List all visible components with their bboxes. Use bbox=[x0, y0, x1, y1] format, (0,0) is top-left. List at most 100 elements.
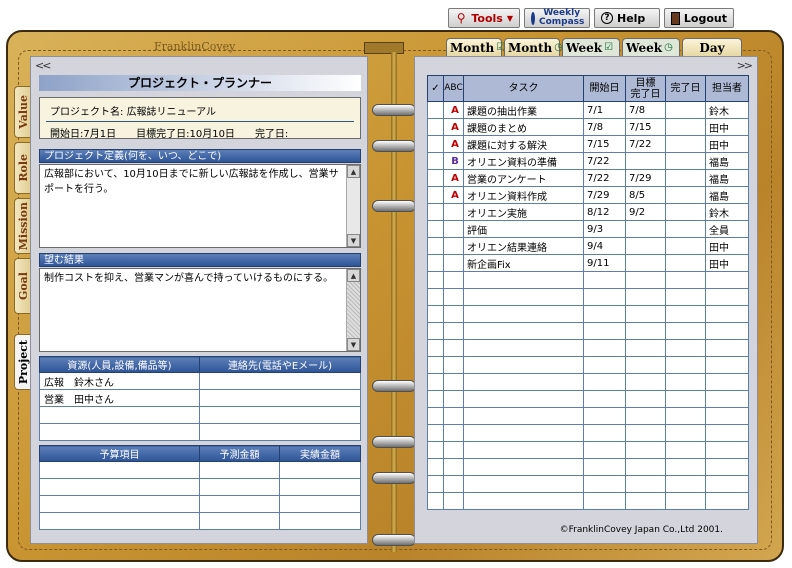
done-cell[interactable] bbox=[665, 186, 706, 204]
target-cell[interactable] bbox=[625, 441, 666, 459]
priority-cell[interactable] bbox=[443, 390, 464, 408]
done-cell[interactable] bbox=[665, 458, 706, 476]
owner-cell[interactable] bbox=[705, 475, 749, 493]
priority-cell[interactable] bbox=[443, 254, 464, 272]
previous-page-icon[interactable]: << bbox=[35, 59, 52, 72]
done-cell[interactable] bbox=[665, 254, 706, 272]
resource-cell[interactable] bbox=[39, 423, 200, 441]
done-cell[interactable] bbox=[665, 271, 706, 289]
result-scrollbar[interactable]: ▲ ▼ bbox=[346, 269, 360, 351]
done-cell[interactable] bbox=[665, 339, 706, 357]
target-cell[interactable] bbox=[625, 407, 666, 425]
start-date-value[interactable]: 7月1日 bbox=[83, 129, 116, 140]
done-cell[interactable] bbox=[665, 135, 706, 153]
start-cell[interactable]: 7/8 bbox=[583, 118, 626, 136]
done-cell[interactable] bbox=[665, 220, 706, 238]
done-cell[interactable] bbox=[665, 373, 706, 391]
check-cell[interactable] bbox=[427, 101, 444, 119]
check-cell[interactable] bbox=[427, 254, 444, 272]
task-cell[interactable]: 課題に対する解決 bbox=[463, 135, 584, 153]
contact-cell[interactable] bbox=[199, 389, 361, 407]
task-cell[interactable] bbox=[463, 458, 584, 476]
start-cell[interactable]: 8/12 bbox=[583, 203, 626, 221]
priority-cell[interactable]: A bbox=[443, 169, 464, 187]
check-cell[interactable] bbox=[427, 135, 444, 153]
done-cell[interactable] bbox=[665, 101, 706, 119]
start-cell[interactable]: 7/22 bbox=[583, 152, 626, 170]
task-cell[interactable] bbox=[463, 441, 584, 459]
priority-cell[interactable] bbox=[443, 407, 464, 425]
done-cell[interactable] bbox=[665, 322, 706, 340]
target-cell[interactable] bbox=[625, 475, 666, 493]
check-cell[interactable] bbox=[427, 373, 444, 391]
done-cell[interactable] bbox=[665, 424, 706, 442]
task-cell[interactable] bbox=[463, 475, 584, 493]
check-cell[interactable] bbox=[427, 169, 444, 187]
contact-cell[interactable] bbox=[199, 406, 361, 424]
owner-cell[interactable] bbox=[705, 390, 749, 408]
done-cell[interactable] bbox=[665, 441, 706, 459]
start-cell[interactable]: 7/29 bbox=[583, 186, 626, 204]
priority-cell[interactable] bbox=[443, 424, 464, 442]
task-cell[interactable]: オリエン資料の準備 bbox=[463, 152, 584, 170]
owner-cell[interactable]: 田中 bbox=[705, 135, 749, 153]
tab-month-tasks[interactable]: Month ☑ bbox=[446, 38, 505, 56]
start-cell[interactable] bbox=[583, 288, 626, 306]
target-cell[interactable]: 7/15 bbox=[625, 118, 666, 136]
priority-cell[interactable] bbox=[443, 288, 464, 306]
priority-cell[interactable]: B bbox=[443, 152, 464, 170]
start-cell[interactable] bbox=[583, 441, 626, 459]
done-cell[interactable] bbox=[665, 305, 706, 323]
check-cell[interactable] bbox=[427, 152, 444, 170]
start-cell[interactable]: 9/4 bbox=[583, 237, 626, 255]
priority-cell[interactable]: A bbox=[443, 118, 464, 136]
check-cell[interactable] bbox=[427, 441, 444, 459]
priority-cell[interactable] bbox=[443, 203, 464, 221]
contact-cell[interactable] bbox=[199, 372, 361, 390]
task-cell[interactable] bbox=[463, 407, 584, 425]
result-textarea[interactable]: 制作コストを抑え、営業マンが喜んで持っていけるものにする。 ▲ ▼ bbox=[39, 268, 361, 352]
check-cell[interactable] bbox=[427, 475, 444, 493]
check-cell[interactable] bbox=[427, 288, 444, 306]
target-cell[interactable] bbox=[625, 288, 666, 306]
forecast-cell[interactable] bbox=[199, 512, 280, 530]
task-cell[interactable] bbox=[463, 373, 584, 391]
priority-cell[interactable] bbox=[443, 492, 464, 510]
task-cell[interactable] bbox=[463, 288, 584, 306]
resource-cell[interactable] bbox=[39, 406, 200, 424]
scroll-down-icon[interactable]: ▼ bbox=[347, 234, 360, 247]
task-cell[interactable]: オリエン実施 bbox=[463, 203, 584, 221]
task-cell[interactable] bbox=[463, 322, 584, 340]
done-cell[interactable] bbox=[665, 356, 706, 374]
target-cell[interactable]: 7/29 bbox=[625, 169, 666, 187]
done-cell[interactable] bbox=[665, 407, 706, 425]
check-cell[interactable] bbox=[427, 458, 444, 476]
actual-cell[interactable] bbox=[279, 478, 361, 496]
target-cell[interactable] bbox=[625, 356, 666, 374]
task-cell[interactable] bbox=[463, 424, 584, 442]
target-cell[interactable] bbox=[625, 237, 666, 255]
budget-cell[interactable] bbox=[39, 461, 200, 479]
priority-cell[interactable] bbox=[443, 322, 464, 340]
budget-cell[interactable] bbox=[39, 495, 200, 513]
start-cell[interactable]: 7/15 bbox=[583, 135, 626, 153]
owner-cell[interactable] bbox=[705, 322, 749, 340]
target-date-value[interactable]: 10月10日 bbox=[189, 129, 234, 140]
target-cell[interactable] bbox=[625, 152, 666, 170]
next-page-icon[interactable]: >> bbox=[737, 59, 754, 72]
done-cell[interactable] bbox=[665, 288, 706, 306]
task-cell[interactable]: 新企画Fix bbox=[463, 254, 584, 272]
scroll-down-icon[interactable]: ▼ bbox=[347, 338, 360, 351]
target-cell[interactable] bbox=[625, 339, 666, 357]
check-cell[interactable] bbox=[427, 271, 444, 289]
owner-cell[interactable]: 田中 bbox=[705, 237, 749, 255]
budget-cell[interactable] bbox=[39, 512, 200, 530]
check-cell[interactable] bbox=[427, 424, 444, 442]
check-cell[interactable] bbox=[427, 322, 444, 340]
forecast-cell[interactable] bbox=[199, 461, 280, 479]
done-cell[interactable] bbox=[665, 390, 706, 408]
start-cell[interactable] bbox=[583, 475, 626, 493]
target-cell[interactable] bbox=[625, 220, 666, 238]
tab-week-tasks[interactable]: Week ☑ bbox=[562, 38, 620, 56]
priority-cell[interactable] bbox=[443, 339, 464, 357]
